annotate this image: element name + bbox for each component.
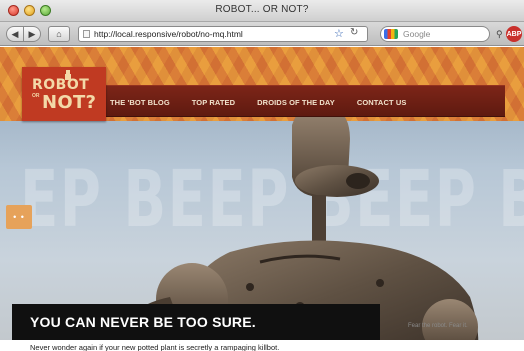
nav-link-bot-blog[interactable]: THE 'BOT BLOG — [110, 98, 170, 107]
reload-icon[interactable]: ↻ — [350, 27, 358, 38]
intro-text: Never wonder again if your new potted pl… — [30, 343, 280, 351]
home-button[interactable]: ⌂ — [48, 26, 70, 42]
nav-link-top-rated[interactable]: TOP RATED — [192, 98, 235, 107]
adblock-label: ABP — [506, 30, 522, 38]
browser-toolbar: ◀ ▶ ⌂ http://local.responsive/robot/no-m… — [0, 22, 524, 46]
back-button[interactable]: ◀ — [6, 26, 24, 42]
url-text: http://local.responsive/robot/no-mq.html — [94, 29, 243, 39]
forward-button[interactable]: ▶ — [23, 26, 41, 42]
slider-tab-dots: • • — [13, 212, 25, 222]
title-bar: ROBOT... OR NOT? — [0, 0, 524, 22]
nav-link-contact-us[interactable]: CONTACT US — [357, 98, 407, 107]
address-bar[interactable]: http://local.responsive/robot/no-mq.html — [78, 26, 368, 42]
logo-text-not: NOT? — [42, 92, 97, 113]
page-icon — [83, 30, 90, 38]
logo-text-robot: ROBOT — [32, 77, 90, 93]
logo-text-or: OR — [32, 93, 40, 99]
search-field[interactable]: Google — [380, 26, 490, 42]
back-arrow-icon: ◀ — [11, 28, 19, 39]
site-nav: THE 'BOT BLOG TOP RATED DROIDS OF THE DA… — [110, 86, 406, 118]
home-icon: ⌂ — [56, 29, 62, 39]
hero-caption-bar: YOU CAN NEVER BE TOO SURE. — [12, 304, 380, 340]
nav-link-droids-of-the-day[interactable]: DROIDS OF THE DAY — [257, 98, 335, 107]
slider-tab[interactable]: • • — [6, 205, 32, 229]
hero-caption: YOU CAN NEVER BE TOO SURE. — [30, 314, 256, 330]
web-page: EP BEEP BEEP BEE — [0, 47, 524, 351]
google-icon — [384, 29, 398, 39]
star-icon[interactable]: ☆ — [334, 27, 344, 40]
browser-window: ROBOT... OR NOT? ◀ ▶ ⌂ http://local.resp… — [0, 0, 524, 351]
photo-credit: Fear the robot. Fear it. — [408, 323, 468, 329]
forward-arrow-icon: ▶ — [28, 28, 36, 39]
search-placeholder: Google — [403, 29, 431, 39]
site-logo[interactable]: ROBOT OR NOT? — [22, 67, 106, 121]
adblock-button[interactable]: ABP — [506, 26, 522, 42]
magnifier-icon[interactable]: ⚲ — [496, 29, 503, 40]
window-title: ROBOT... OR NOT? — [215, 4, 309, 15]
